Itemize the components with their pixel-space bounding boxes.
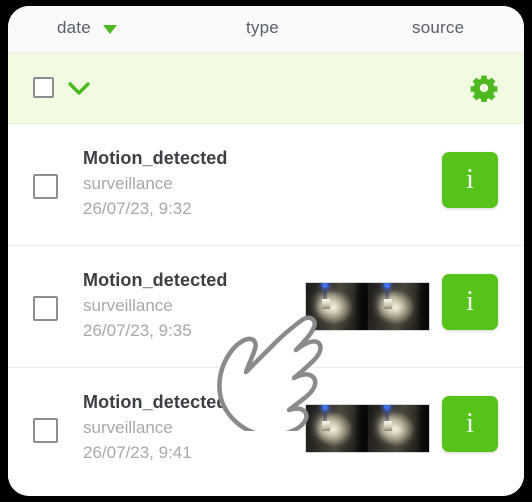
row-text-group: Motion_detected surveillance 26/07/23, 9… xyxy=(83,390,293,465)
thumbnail-dark-edge xyxy=(353,405,367,452)
thumbnail-frame-left xyxy=(306,283,367,330)
info-button[interactable]: i xyxy=(442,274,498,330)
event-timestamp: 26/07/23, 9:32 xyxy=(83,199,192,218)
column-header-bar: date type source xyxy=(8,6,524,53)
lamp-body xyxy=(321,420,330,432)
sort-descending-caret-icon[interactable] xyxy=(103,25,117,34)
event-thumbnail[interactable] xyxy=(305,404,430,453)
event-timestamp: 26/07/23, 9:35 xyxy=(83,321,192,340)
lamp-led-icon xyxy=(384,405,391,410)
event-timestamp: 26/07/23, 9:41 xyxy=(83,443,192,462)
column-header-date[interactable]: date xyxy=(57,18,91,38)
event-thumbnail[interactable] xyxy=(305,282,430,331)
lamp-body xyxy=(383,298,392,310)
row-checkbox[interactable] xyxy=(33,174,58,199)
event-title: Motion_detected xyxy=(83,148,228,168)
thumbnail-dark-edge xyxy=(353,283,367,330)
lamp-led-icon xyxy=(322,405,329,410)
chevron-down-icon[interactable] xyxy=(66,78,92,98)
event-title: Motion_detected xyxy=(83,392,228,412)
row-checkbox[interactable] xyxy=(33,296,58,321)
column-header-source[interactable]: source xyxy=(412,18,464,38)
row-text-group: Motion_detected surveillance 26/07/23, 9… xyxy=(83,146,293,221)
thumbnail-dark-edge xyxy=(415,405,429,452)
thumbnail-frame-left xyxy=(306,405,367,452)
device-frame: date type source Motion_detected surveil… xyxy=(0,0,532,502)
thumbnail-dark-edge xyxy=(415,283,429,330)
lamp-led-icon xyxy=(322,283,329,288)
info-icon: i xyxy=(466,164,474,195)
event-source: surveillance xyxy=(83,296,173,315)
select-all-checkbox[interactable] xyxy=(33,77,54,98)
event-list: Motion_detected surveillance 26/07/23, 9… xyxy=(8,124,524,489)
info-icon: i xyxy=(466,408,474,439)
app-screen: date type source Motion_detected surveil… xyxy=(8,6,524,496)
table-row[interactable]: Motion_detected surveillance 26/07/23, 9… xyxy=(8,367,524,489)
thumbnail-frame-right xyxy=(367,283,429,330)
event-title: Motion_detected xyxy=(83,270,228,290)
row-text-group: Motion_detected surveillance 26/07/23, 9… xyxy=(83,268,293,343)
event-source: surveillance xyxy=(83,174,173,193)
lamp-body xyxy=(383,420,392,432)
thumbnail-frame-right xyxy=(367,405,429,452)
info-button[interactable]: i xyxy=(442,396,498,452)
table-row[interactable]: Motion_detected surveillance 26/07/23, 9… xyxy=(8,245,524,367)
table-row[interactable]: Motion_detected surveillance 26/07/23, 9… xyxy=(8,124,524,245)
row-checkbox[interactable] xyxy=(33,418,58,443)
selection-toolbar xyxy=(8,53,524,124)
info-button[interactable]: i xyxy=(442,152,498,208)
lamp-body xyxy=(321,298,330,310)
lamp-led-icon xyxy=(384,283,391,288)
event-source: surveillance xyxy=(83,418,173,437)
column-header-type[interactable]: type xyxy=(246,18,279,38)
info-icon: i xyxy=(466,286,474,317)
gear-icon[interactable] xyxy=(470,74,498,103)
